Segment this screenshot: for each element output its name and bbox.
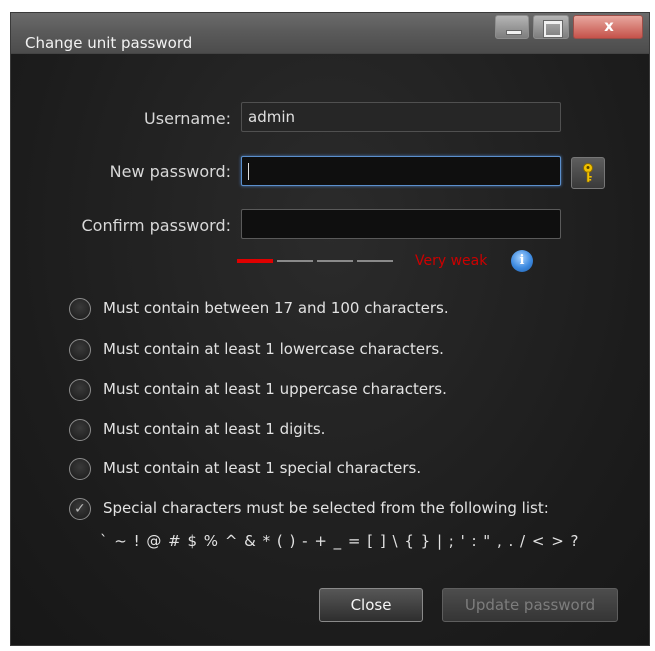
key-icon: [583, 163, 593, 183]
rule-indicator: [69, 339, 91, 361]
new-password-label: New password:: [109, 162, 231, 181]
username-field[interactable]: admin: [241, 102, 561, 132]
rule-text: Must contain at least 1 digits.: [103, 420, 326, 438]
special-characters-list: ` ~ ! @ # $ % ^ & * ( ) - + _ = [ ] \ { …: [100, 532, 580, 550]
new-password-field[interactable]: [241, 156, 561, 186]
check-icon: ✓: [74, 501, 86, 517]
rule-indicator: [69, 458, 91, 480]
rule-indicator-checked: ✓: [69, 498, 91, 520]
dialog-body: Username: admin New password: Confirm pa…: [11, 54, 649, 645]
confirm-password-label: Confirm password:: [81, 216, 232, 235]
rule-indicator: [69, 419, 91, 441]
update-password-button[interactable]: Update password: [442, 588, 618, 622]
info-icon[interactable]: i: [511, 250, 533, 272]
rule-text: Must contain between 17 and 100 characte…: [103, 299, 449, 317]
close-button[interactable]: Close: [319, 588, 423, 622]
text-caret: [248, 163, 249, 180]
minimize-icon: [506, 30, 522, 35]
rule-length: Must contain between 17 and 100 characte…: [69, 296, 629, 324]
minimize-button[interactable]: [495, 15, 529, 39]
strength-segment-4: [357, 260, 393, 262]
rule-text: Must contain at least 1 lowercase charac…: [103, 340, 444, 358]
generate-password-button[interactable]: [571, 157, 605, 189]
rule-digits: Must contain at least 1 digits.: [69, 417, 629, 445]
strength-segment-3: [317, 260, 353, 262]
rule-uppercase: Must contain at least 1 uppercase charac…: [69, 377, 629, 405]
rule-text: Must contain at least 1 special characte…: [103, 459, 422, 477]
rule-indicator: [69, 379, 91, 401]
strength-label: Very weak: [415, 253, 488, 269]
rule-text: Special characters must be selected from…: [103, 499, 549, 517]
rule-lowercase: Must contain at least 1 lowercase charac…: [69, 337, 629, 365]
confirm-password-field[interactable]: [241, 209, 561, 239]
window-title: Change unit password: [25, 34, 193, 52]
rule-special-list: ✓ Special characters must be selected fr…: [69, 496, 629, 524]
close-icon: x: [604, 17, 614, 35]
rule-indicator: [69, 298, 91, 320]
strength-segment-1: [237, 259, 273, 263]
window-close-button[interactable]: x: [573, 15, 643, 39]
maximize-icon: [544, 21, 562, 37]
username-label: Username:: [144, 109, 231, 128]
password-strength-meter: [237, 257, 397, 267]
title-bar[interactable]: Change unit password x: [11, 13, 649, 54]
change-password-window: Change unit password x Username: admin N…: [10, 12, 650, 646]
rule-text: Must contain at least 1 uppercase charac…: [103, 380, 447, 398]
strength-segment-2: [277, 260, 313, 262]
maximize-button[interactable]: [533, 15, 569, 39]
rule-special: Must contain at least 1 special characte…: [69, 456, 629, 484]
